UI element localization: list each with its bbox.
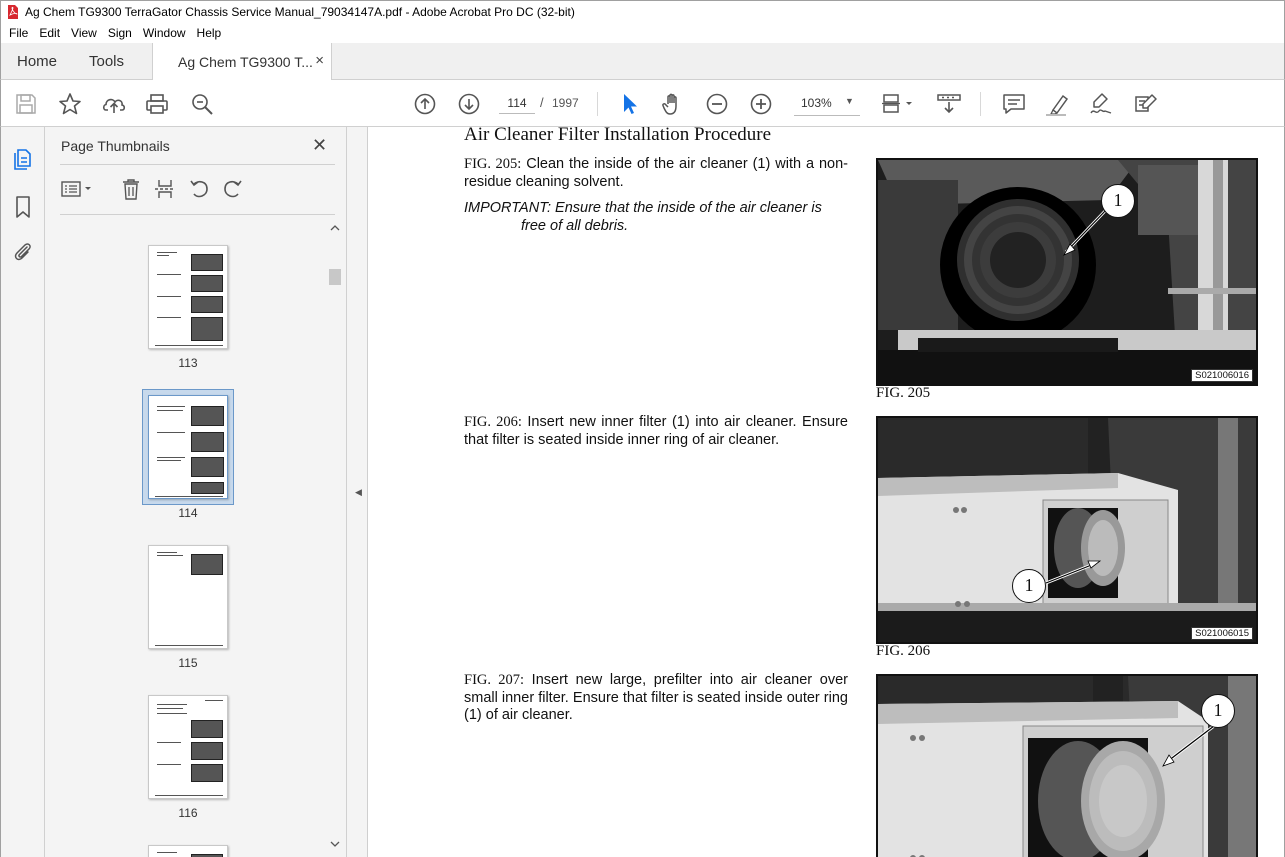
menu-view[interactable]: View [71, 26, 97, 40]
fill-sign-icon[interactable] [1132, 91, 1158, 117]
instruction-text: Insert new inner filter (1) into air cle… [464, 414, 848, 448]
menu-sign[interactable]: Sign [108, 26, 132, 40]
extract-pages-icon[interactable] [153, 178, 177, 200]
menu-edit[interactable]: Edit [39, 26, 60, 40]
section-heading: Air Cleaner Filter Installation Procedur… [464, 127, 772, 145]
menu-bar: File Edit View Sign Window Help [0, 23, 1285, 43]
instruction-fig-205: FIG. 205: Clean the inside of the air cl… [464, 156, 848, 191]
figure-code: S021006016 [1191, 369, 1253, 382]
page-thumbnails-icon[interactable] [11, 147, 35, 171]
print-icon[interactable] [144, 91, 170, 117]
page-number-input[interactable] [499, 93, 535, 114]
figure-code: S021006015 [1191, 627, 1253, 640]
instruction-fig-206: FIG. 206: Insert new inner filter (1) in… [464, 414, 848, 449]
thumbnail-label: 115 [178, 656, 198, 670]
tab-home[interactable]: Home [17, 53, 57, 70]
close-panel-icon[interactable]: ✕ [312, 135, 327, 156]
close-tab-icon[interactable]: × [315, 52, 324, 69]
previous-page-icon[interactable] [412, 91, 438, 117]
thumbnail-page-113[interactable] [148, 245, 228, 349]
highlight-icon[interactable] [1044, 91, 1070, 117]
figure-205-image: S021006016 [876, 158, 1258, 386]
rotate-clockwise-icon[interactable] [221, 178, 245, 200]
tab-document-label: Ag Chem TG9300 T... [178, 54, 313, 70]
bookmarks-icon[interactable] [11, 195, 35, 219]
save-icon[interactable] [13, 91, 39, 117]
thumbnails-scrollbar[interactable] [328, 220, 342, 854]
zoom-out-icon[interactable] [704, 91, 730, 117]
collapse-arrow-icon[interactable]: ◀ [355, 487, 362, 498]
menu-window[interactable]: Window [143, 26, 186, 40]
attachments-icon[interactable] [11, 240, 35, 264]
menu-file[interactable]: File [9, 26, 28, 40]
select-tool-icon[interactable] [617, 91, 643, 117]
document-view[interactable]: Air Cleaner Filter Installation Procedur… [368, 127, 1285, 857]
figure-207-image [876, 674, 1258, 857]
panel-collapse-splitter[interactable]: ◀ [347, 127, 368, 857]
bookmark-star-icon[interactable] [57, 91, 83, 117]
panel-divider [60, 164, 335, 165]
instruction-fig-207: FIG. 207: Insert new large, prefilter in… [464, 672, 848, 725]
comment-icon[interactable] [1001, 91, 1027, 117]
panel-title: Page Thumbnails [61, 138, 170, 154]
zoom-level[interactable]: 103% [801, 96, 832, 110]
delete-page-icon[interactable] [119, 178, 143, 200]
rotate-counterclockwise-icon[interactable] [187, 178, 211, 200]
instruction-text: Clean the inside of the air cleaner (1) … [464, 156, 848, 190]
toolbar-divider [597, 92, 598, 116]
window-title: Ag Chem TG9300 TerraGator Chassis Servic… [25, 5, 575, 19]
zoom-dropdown-icon[interactable]: ▼ [845, 96, 854, 106]
fig-reference: FIG. 205: [464, 156, 522, 172]
tab-bar: Home Tools Ag Chem TG9300 T... × [0, 43, 1285, 80]
toolbar-divider [980, 92, 981, 116]
page-fit-icon[interactable] [879, 91, 915, 117]
tab-document[interactable]: Ag Chem TG9300 T... × [152, 43, 332, 80]
tab-tools[interactable]: Tools [89, 53, 124, 70]
zoom-search-icon[interactable] [189, 91, 215, 117]
upload-icon[interactable] [101, 91, 127, 117]
acrobat-app-icon [7, 5, 19, 19]
fig-reference: FIG. 207: [464, 672, 525, 688]
panel-divider [60, 214, 335, 215]
figure-caption: FIG. 205 [876, 385, 931, 401]
hand-tool-icon[interactable] [660, 91, 686, 117]
thumbnail-label: 114 [178, 506, 198, 520]
menu-help[interactable]: Help [197, 26, 222, 40]
fig-reference: FIG. 206: [464, 414, 522, 430]
callout-1: 1 [1012, 569, 1046, 603]
thumbnail-page-114[interactable] [148, 395, 228, 499]
sign-icon[interactable] [1088, 91, 1114, 117]
figure-caption: FIG. 206 [876, 643, 931, 659]
thumbnail-label: 116 [178, 806, 198, 820]
thumbnail-page-116[interactable] [148, 695, 228, 799]
figure-206-image: S021006015 [876, 416, 1258, 644]
thumbnail-options-icon[interactable] [60, 178, 96, 200]
next-page-icon[interactable] [456, 91, 482, 117]
left-rail [0, 127, 45, 857]
scroll-mode-icon[interactable] [936, 91, 962, 117]
important-text: IMPORTANT: Ensure that the inside of the… [464, 200, 822, 234]
total-pages: 1997 [552, 96, 579, 110]
page-separator: / [540, 95, 544, 110]
title-bar: Ag Chem TG9300 TerraGator Chassis Servic… [0, 0, 1285, 23]
zoom-in-icon[interactable] [748, 91, 774, 117]
callout-1: 1 [1101, 184, 1135, 218]
thumbnail-page-115[interactable] [148, 545, 228, 649]
zoom-underline [794, 115, 860, 116]
important-note: IMPORTANT: Ensure that the inside of the… [464, 200, 848, 235]
toolbar: / 1997 103% ▼ [0, 80, 1285, 127]
thumbnail-label: 113 [178, 356, 198, 370]
page-thumbnails-panel: Page Thumbnails ✕ 113 114 115 116 [45, 127, 347, 857]
callout-1: 1 [1201, 694, 1235, 728]
thumbnail-page-117[interactable] [148, 845, 228, 857]
